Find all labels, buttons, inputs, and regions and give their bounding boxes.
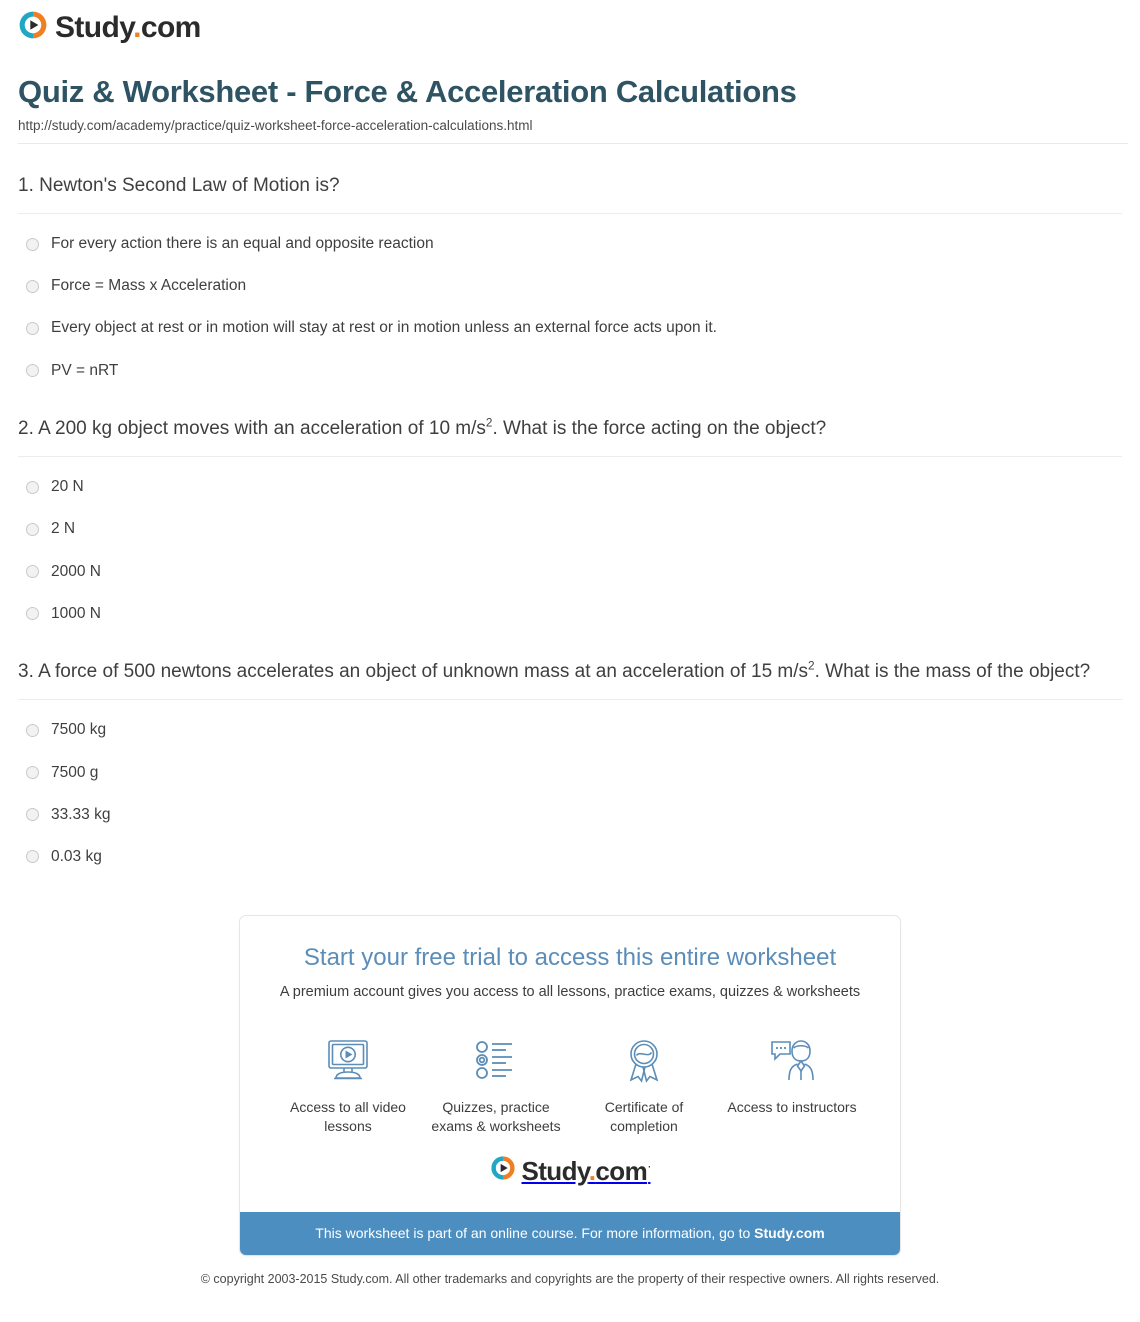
option-row[interactable]: 0.03 kg xyxy=(18,847,1122,873)
option-label: 2 N xyxy=(51,520,76,538)
site-header: Study.com xyxy=(0,0,1140,62)
promo-bar-text: This worksheet is part of an online cour… xyxy=(315,1225,755,1242)
option-label: Every object at rest or in motion will s… xyxy=(51,319,717,337)
promo-title: Start your free trial to access this ent… xyxy=(303,943,837,971)
award-ribbon-icon xyxy=(570,1034,718,1086)
radio-button-icon[interactable] xyxy=(26,766,39,780)
promo-features: Access to all video lessons Quizzes, pra… xyxy=(264,1008,876,1140)
question-text: 3. A force of 500 newtons accelerates an… xyxy=(18,658,1122,686)
feature-label: Access to instructors xyxy=(727,1098,857,1115)
instructor-chat-icon xyxy=(718,1034,866,1086)
question-divider xyxy=(18,699,1122,701)
logo-word-study: Study xyxy=(521,1155,590,1186)
feature-label: Access to all video lessons xyxy=(290,1098,406,1134)
option-label: 20 N xyxy=(51,478,84,496)
options-group: 20 N 2 N 2000 N 1000 N xyxy=(18,463,1122,630)
logo-word-study: Study xyxy=(55,10,134,44)
question-number: 3. xyxy=(18,660,34,682)
option-label: 1000 N xyxy=(51,604,101,622)
header-divider xyxy=(18,142,1128,144)
play-circle-icon xyxy=(18,10,48,45)
question-block: 1. Newton's Second Law of Motion is? For… xyxy=(18,172,1122,387)
question-body: A force of 500 newtons accelerates an ob… xyxy=(38,660,809,682)
logo-wordmark: Study.com· xyxy=(521,1155,652,1186)
feature-item: Certificate of completion xyxy=(570,1034,718,1136)
feature-item: Quizzes, practice exams & worksheets xyxy=(422,1034,570,1136)
option-row[interactable]: 1000 N xyxy=(18,604,1122,630)
page-title: Quiz & Worksheet - Force & Acceleration … xyxy=(18,74,797,109)
question-number: 1. xyxy=(18,174,34,196)
promo-logo-row: Study.com· xyxy=(264,1139,876,1206)
feature-label: Certificate of completion xyxy=(604,1098,684,1134)
question-text: 2. A 200 kg object moves with an acceler… xyxy=(18,415,1122,443)
radio-button-icon[interactable] xyxy=(26,364,39,378)
page-url: http://study.com/academy/practice/quiz-w… xyxy=(18,117,533,133)
copyright-line-2: All rights reserved. xyxy=(835,1272,940,1287)
play-circle-icon xyxy=(490,1155,516,1186)
logo-wordmark: Study.com xyxy=(55,10,201,44)
radio-button-icon[interactable] xyxy=(26,237,39,251)
radio-button-icon[interactable] xyxy=(26,523,39,536)
option-row[interactable]: Force = Mass x Acceleration xyxy=(18,276,1122,318)
question-body-tail: . What is the mass of the object? xyxy=(814,660,1091,682)
copyright-footer: © copyright 2003-2015 Study.com. All oth… xyxy=(0,1256,1140,1288)
question-block: 3. A force of 500 newtons accelerates an… xyxy=(18,658,1122,873)
feature-label: Quizzes, practice exams & worksheets xyxy=(431,1098,561,1134)
title-block: Quiz & Worksheet - Force & Acceleration … xyxy=(0,62,1140,133)
question-text: 1. Newton's Second Law of Motion is? xyxy=(18,172,1122,200)
option-label: PV = nRT xyxy=(51,361,119,379)
question-body: Newton's Second Law of Motion is? xyxy=(39,174,340,196)
radio-button-icon[interactable] xyxy=(26,850,39,864)
monitor-play-icon xyxy=(274,1034,422,1086)
question-divider xyxy=(18,456,1122,458)
radio-button-icon[interactable] xyxy=(26,723,39,737)
option-label: 0.03 kg xyxy=(51,847,102,865)
option-row[interactable]: 7500 kg xyxy=(18,720,1122,762)
option-row[interactable]: 20 N xyxy=(18,477,1122,519)
study-com-logo-promo[interactable]: Study.com· xyxy=(490,1155,651,1186)
option-row[interactable]: 2000 N xyxy=(18,562,1122,604)
free-trial-promo-card: Start your free trial to access this ent… xyxy=(239,914,901,1257)
promo-bar-link[interactable]: Study.com xyxy=(754,1225,825,1241)
option-label: Force = Mass x Acceleration xyxy=(51,277,247,295)
option-row[interactable]: 7500 g xyxy=(18,763,1122,805)
radio-button-icon[interactable] xyxy=(26,607,39,621)
promo-card-wrapper: Start your free trial to access this ent… xyxy=(0,914,1140,1257)
logo-dot: . xyxy=(133,10,141,44)
promo-content: Start your free trial to access this ent… xyxy=(240,916,900,1212)
options-group: 7500 kg 7500 g 33.33 kg 0.03 kg xyxy=(18,706,1122,873)
radio-button-icon[interactable] xyxy=(26,565,39,579)
option-label: 7500 kg xyxy=(51,721,107,739)
question-number: 2. xyxy=(18,417,34,439)
option-row[interactable]: PV = nRT xyxy=(18,361,1122,387)
option-row[interactable]: 33.33 kg xyxy=(18,805,1122,847)
radio-button-icon[interactable] xyxy=(26,322,39,336)
feature-item: Access to instructors xyxy=(718,1034,866,1117)
option-label: 2000 N xyxy=(51,562,101,580)
promo-subtitle: A premium account gives you access to al… xyxy=(279,983,861,1000)
question-body: A 200 kg object moves with an accelerati… xyxy=(38,417,486,439)
option-row[interactable]: For every action there is an equal and o… xyxy=(18,234,1122,276)
option-label: 33.33 kg xyxy=(51,805,111,823)
checklist-icon xyxy=(422,1034,570,1086)
option-row[interactable]: 2 N xyxy=(18,519,1122,561)
trademark-mark: · xyxy=(648,1162,651,1173)
questions-list: 1. Newton's Second Law of Motion is? For… xyxy=(0,172,1140,873)
study-com-logo-header[interactable]: Study.com xyxy=(18,10,201,45)
radio-button-icon[interactable] xyxy=(26,808,39,822)
radio-button-icon[interactable] xyxy=(26,279,39,293)
copyright-line-1: © copyright 2003-2015 Study.com. All oth… xyxy=(200,1272,833,1287)
option-row[interactable]: Every object at rest or in motion will s… xyxy=(18,318,1122,360)
question-body-tail: . What is the force acting on the object… xyxy=(492,417,827,439)
logo-word-com: com xyxy=(140,10,201,44)
question-divider xyxy=(18,213,1122,215)
radio-button-icon[interactable] xyxy=(26,480,39,494)
feature-item: Access to all video lessons xyxy=(274,1034,422,1136)
options-group: For every action there is an equal and o… xyxy=(18,220,1122,387)
option-label: For every action there is an equal and o… xyxy=(51,235,434,253)
logo-word-com: com xyxy=(595,1155,648,1186)
promo-cta-bar[interactable]: This worksheet is part of an online cour… xyxy=(240,1212,900,1256)
option-label: 7500 g xyxy=(51,763,99,781)
question-block: 2. A 200 kg object moves with an acceler… xyxy=(18,415,1122,630)
